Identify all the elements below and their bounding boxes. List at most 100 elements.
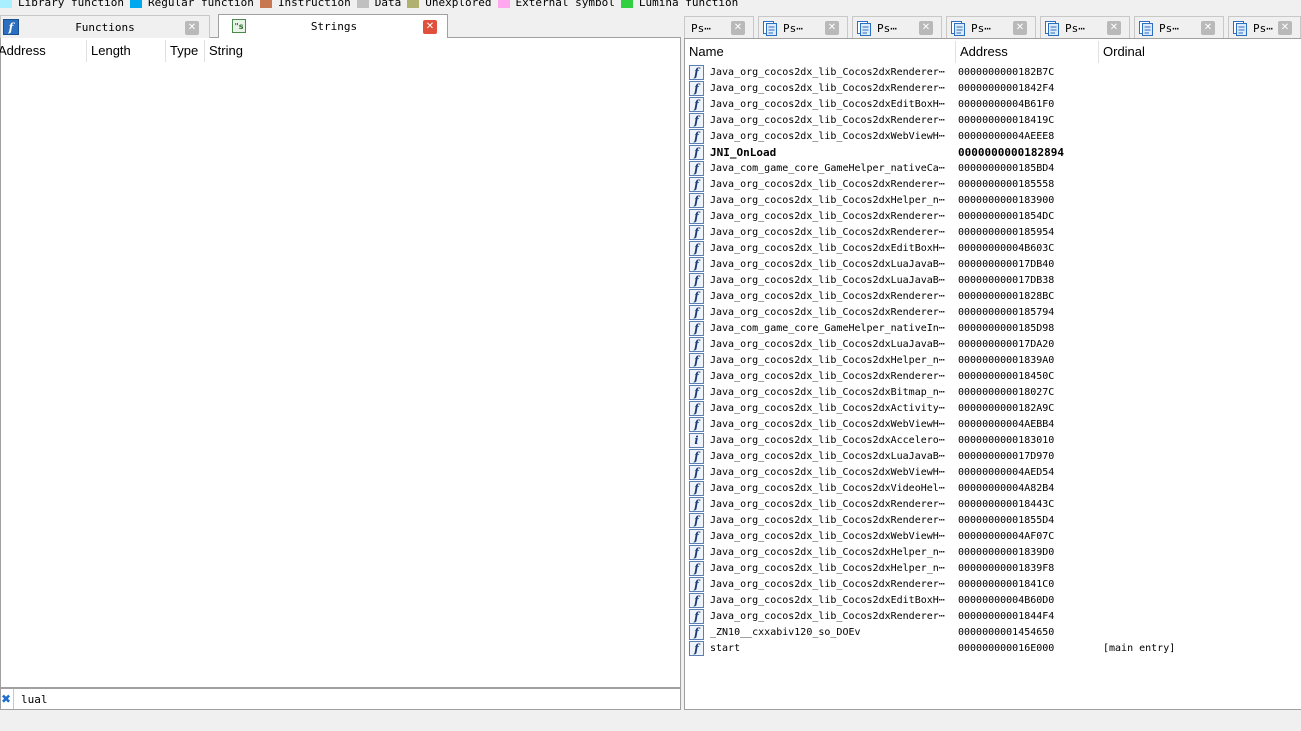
column-header-address[interactable]: Address (960, 39, 1008, 65)
table-row[interactable]: f Java_org_cocos2dx_lib_Cocos2dxBitmap_n⋯… (685, 385, 1301, 401)
export-address: 00000000001841C0 (958, 579, 1055, 590)
column-header-length[interactable]: Length (91, 38, 131, 64)
export-name: Java_org_cocos2dx_lib_Cocos2dxHelper_n⋯ (710, 547, 945, 558)
export-address: 00000000004AED54 (958, 467, 1055, 478)
export-name: Java_org_cocos2dx_lib_Cocos2dxWebViewH⋯ (710, 419, 945, 430)
table-row[interactable]: f Java_org_cocos2dx_lib_Cocos2dxHelper_n⋯… (685, 545, 1301, 561)
table-row[interactable]: f Java_org_cocos2dx_lib_Cocos2dxActivity⋯… (685, 401, 1301, 417)
export-name: Java_org_cocos2dx_lib_Cocos2dxLuaJavaB⋯ (710, 451, 945, 462)
table-row[interactable]: f Java_org_cocos2dx_lib_Cocos2dxRenderer⋯… (685, 609, 1301, 625)
function-icon: f (689, 305, 704, 320)
export-address: 0000000000182A9C (958, 403, 1055, 414)
legend-item: Instruction (259, 0, 351, 9)
table-row[interactable]: f Java_org_cocos2dx_lib_Cocos2dxRenderer⋯… (685, 177, 1301, 193)
table-row[interactable]: f Java_org_cocos2dx_lib_Cocos2dxLuaJavaB⋯… (685, 337, 1301, 353)
export-address: 0000000000185794 (958, 307, 1055, 318)
export-name: Java_org_cocos2dx_lib_Cocos2dxVideoHel⋯ (710, 483, 945, 494)
close-icon[interactable]: ✕ (185, 21, 199, 35)
exports-table: Name Address Ordinal f Java_org_cocos2dx_… (684, 38, 1301, 710)
export-name: Java_org_cocos2dx_lib_Cocos2dxRenderer⋯ (710, 515, 945, 526)
table-row[interactable]: f Java_org_cocos2dx_lib_Cocos2dxRenderer⋯… (685, 209, 1301, 225)
column-header-name[interactable]: Name (689, 39, 724, 65)
table-row[interactable]: f Java_org_cocos2dx_lib_Cocos2dxWebViewH⋯… (685, 417, 1301, 433)
close-icon[interactable]: ✕ (919, 21, 933, 35)
tab-pseudocode[interactable]: Ps⋯ ✕ (946, 16, 1036, 38)
table-row[interactable]: f _ZN10__cxxabiv120_so_DOEv 00000000014546… (685, 625, 1301, 641)
close-icon[interactable]: ✕ (423, 20, 437, 34)
legend-item: Library function (0, 0, 124, 9)
table-row[interactable]: f Java_org_cocos2dx_lib_Cocos2dxRenderer⋯… (685, 497, 1301, 513)
tab-pseudocode[interactable]: Ps⋯ ✕ (1040, 16, 1130, 38)
export-name: Java_com_game_core_GameHelper_nativeIn⋯ (710, 323, 945, 334)
function-icon: f (689, 561, 704, 576)
table-row[interactable]: f Java_org_cocos2dx_lib_Cocos2dxHelper_n⋯… (685, 193, 1301, 209)
table-row[interactable]: f Java_org_cocos2dx_lib_Cocos2dxRenderer⋯… (685, 369, 1301, 385)
close-icon[interactable]: ✕ (1278, 21, 1292, 35)
export-name: Java_org_cocos2dx_lib_Cocos2dxWebViewH⋯ (710, 467, 945, 478)
table-row[interactable]: f Java_org_cocos2dx_lib_Cocos2dxRenderer⋯… (685, 225, 1301, 241)
table-row[interactable]: f start 000000000016E000 [main entry] (685, 641, 1301, 657)
table-row[interactable]: f Java_org_cocos2dx_lib_Cocos2dxWebViewH⋯… (685, 529, 1301, 545)
tab-pseudocode[interactable]: Ps⋯ ✕ (684, 16, 754, 38)
function-icon: f (689, 129, 704, 144)
close-icon[interactable]: ✕ (1107, 21, 1121, 35)
table-row[interactable]: f Java_org_cocos2dx_lib_Cocos2dxRenderer⋯… (685, 305, 1301, 321)
table-row[interactable]: f Java_org_cocos2dx_lib_Cocos2dxRenderer⋯… (685, 65, 1301, 81)
table-row[interactable]: f Java_org_cocos2dx_lib_Cocos2dxRenderer⋯… (685, 513, 1301, 529)
function-icon: f (689, 369, 704, 384)
table-row[interactable]: f Java_org_cocos2dx_lib_Cocos2dxHelper_n⋯… (685, 353, 1301, 369)
close-icon[interactable]: ✕ (1201, 21, 1215, 35)
export-name: Java_org_cocos2dx_lib_Cocos2dxAccelero⋯ (710, 435, 945, 446)
function-icon: f (689, 577, 704, 592)
close-icon[interactable]: ✕ (731, 21, 745, 35)
tab-pseudocode[interactable]: Ps⋯ ✕ (852, 16, 942, 38)
column-header-address[interactable]: Address (0, 38, 46, 64)
table-row[interactable]: f Java_org_cocos2dx_lib_Cocos2dxHelper_n⋯… (685, 561, 1301, 577)
column-divider[interactable] (1098, 41, 1099, 63)
table-row[interactable]: f Java_org_cocos2dx_lib_Cocos2dxRenderer⋯… (685, 289, 1301, 305)
column-divider[interactable] (165, 40, 166, 62)
tab-pseudocode[interactable]: Ps⋯ ✕ (758, 16, 848, 38)
close-icon[interactable]: ✕ (825, 21, 839, 35)
function-icon: f (689, 161, 704, 176)
table-row[interactable]: f Java_org_cocos2dx_lib_Cocos2dxRenderer⋯… (685, 113, 1301, 129)
table-row[interactable]: i Java_org_cocos2dx_lib_Cocos2dxAccelero⋯… (685, 433, 1301, 449)
table-row[interactable]: f Java_com_game_core_GameHelper_nativeCa⋯… (685, 161, 1301, 177)
table-row[interactable]: f Java_org_cocos2dx_lib_Cocos2dxEditBoxH⋯… (685, 97, 1301, 113)
close-icon[interactable]: ✕ (1013, 21, 1027, 35)
table-row[interactable]: f JNI_OnLoad 0000000000182894 (685, 145, 1301, 161)
table-row[interactable]: f Java_org_cocos2dx_lib_Cocos2dxEditBoxH⋯… (685, 241, 1301, 257)
legend-swatch (129, 0, 142, 8)
table-row[interactable]: f Java_org_cocos2dx_lib_Cocos2dxLuaJavaB⋯… (685, 449, 1301, 465)
table-row[interactable]: f Java_org_cocos2dx_lib_Cocos2dxWebViewH⋯… (685, 129, 1301, 145)
table-row[interactable]: f Java_org_cocos2dx_lib_Cocos2dxRenderer⋯… (685, 577, 1301, 593)
status-strip (0, 710, 1301, 731)
column-divider[interactable] (204, 40, 205, 62)
table-row[interactable]: f Java_org_cocos2dx_lib_Cocos2dxRenderer⋯… (685, 81, 1301, 97)
export-address: 0000000000183010 (958, 435, 1055, 446)
column-divider[interactable] (86, 40, 87, 62)
tab-pseudocode[interactable]: Ps⋯ ✕ (1228, 16, 1301, 38)
function-icon: f (689, 273, 704, 288)
table-row[interactable]: f Java_org_cocos2dx_lib_Cocos2dxEditBoxH⋯… (685, 593, 1301, 609)
tab-functions[interactable]: f Functions ✕ (0, 15, 210, 38)
table-row[interactable]: f Java_org_cocos2dx_lib_Cocos2dxLuaJavaB⋯… (685, 257, 1301, 273)
export-address: 00000000001839F8 (958, 563, 1055, 574)
filter-input[interactable] (21, 691, 621, 707)
legend-label: Lumina function (638, 0, 739, 9)
table-row[interactable]: f Java_org_cocos2dx_lib_Cocos2dxWebViewH⋯… (685, 465, 1301, 481)
pseudocode-icon (763, 21, 777, 36)
column-divider[interactable] (955, 41, 956, 63)
tab-strings[interactable]: "s Strings ✕ (218, 14, 448, 38)
table-row[interactable]: f Java_org_cocos2dx_lib_Cocos2dxVideoHel⋯… (685, 481, 1301, 497)
tab-pseudocode[interactable]: Ps⋯ ✕ (1134, 16, 1224, 38)
column-header-type[interactable]: Type (170, 38, 198, 64)
function-icon: f (689, 545, 704, 560)
legend-label: Library function (18, 0, 124, 9)
export-name: start (710, 643, 741, 654)
column-header-string[interactable]: String (209, 38, 243, 64)
column-header-ordinal[interactable]: Ordinal (1103, 39, 1145, 65)
tab-label: Ps⋯ (1159, 22, 1179, 35)
table-row[interactable]: f Java_com_game_core_GameHelper_nativeIn⋯… (685, 321, 1301, 337)
table-row[interactable]: f Java_org_cocos2dx_lib_Cocos2dxLuaJavaB⋯… (685, 273, 1301, 289)
